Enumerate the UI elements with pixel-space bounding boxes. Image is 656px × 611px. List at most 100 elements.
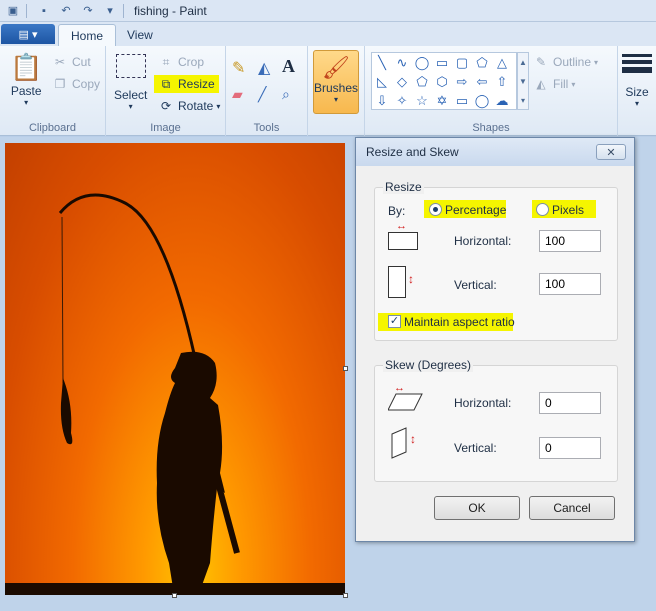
undo-icon[interactable]: ↶ xyxy=(57,3,75,19)
pencil-tool[interactable]: ✎ xyxy=(232,58,245,78)
window-title: fishing - Paint xyxy=(134,3,207,18)
outline-button[interactable]: ✎ Outline ▾ xyxy=(533,54,598,70)
percentage-radio[interactable] xyxy=(429,203,442,216)
maintain-aspect-checkbox[interactable]: ✓ xyxy=(388,315,401,328)
skew-horizontal-input[interactable]: 0 xyxy=(539,392,601,414)
hexagon-shape-icon[interactable]: ⬡ xyxy=(432,72,452,91)
rectangle-callout-shape-icon[interactable]: ▭ xyxy=(452,91,472,110)
four-point-star-shape-icon[interactable]: ✧ xyxy=(392,91,412,110)
rotate-button[interactable]: ⟳ Rotate ▾ xyxy=(158,98,220,114)
chevron-down-icon: ▾ xyxy=(333,95,338,104)
group-label-shapes: Shapes xyxy=(472,122,510,134)
curve-shape-icon[interactable]: ∿ xyxy=(392,53,412,72)
shapes-gallery[interactable]: ╲ ∿ ◯ ▭ ▢ ⬠ △ ◺ ◇ ⬠ ⬡ ⇨ ⇦ ⇧ ⇩ ✧ ☆ ✡ ▭ ◯ … xyxy=(371,52,517,110)
resize-handle-right[interactable] xyxy=(343,366,348,371)
paint-menu-button[interactable]: ▤ ▾ xyxy=(1,24,55,44)
polygon-shape-icon[interactable]: ⬠ xyxy=(472,53,492,72)
up-arrow-shape-icon[interactable]: ⇧ xyxy=(492,72,512,91)
fill-button[interactable]: ◭ Fill ▾ xyxy=(533,76,575,92)
tab-home[interactable]: Home xyxy=(58,24,117,46)
line-shape-icon[interactable]: ╲ xyxy=(372,53,392,72)
customize-quick-access-icon[interactable]: ▾ xyxy=(101,3,119,19)
size-button[interactable]: Size ▾ xyxy=(620,54,654,108)
ribbon: 📋 Paste ▾ ✂ Cut ❐ Copy Clipboard Select ▾ … xyxy=(0,46,656,136)
cancel-button[interactable]: Cancel xyxy=(529,496,615,520)
crop-button[interactable]: ⌗ Crop xyxy=(158,54,204,70)
right-arrow-shape-icon[interactable]: ⇨ xyxy=(452,72,472,91)
pentagon-shape-icon[interactable]: ⬠ xyxy=(412,72,432,91)
rounded-rectangle-shape-icon[interactable]: ▢ xyxy=(452,53,472,72)
resize-label: Resize xyxy=(178,77,215,91)
fishing-photo[interactable] xyxy=(5,143,345,595)
resize-handle-bottom[interactable] xyxy=(172,593,177,598)
shapes-scrollbar[interactable]: ▲ ▼ ▾ xyxy=(517,52,529,110)
select-label: Select xyxy=(114,88,148,102)
cloud-callout-shape-icon[interactable]: ☁ xyxy=(492,91,512,110)
text-tool[interactable]: A xyxy=(282,56,295,77)
chevron-down-icon: ▾ xyxy=(594,57,599,67)
redo-icon[interactable]: ↷ xyxy=(79,3,97,19)
skew-vertical-label: Vertical: xyxy=(454,441,497,455)
dialog-close-button[interactable]: ✕ xyxy=(596,144,626,160)
group-label-tools: Tools xyxy=(253,122,280,134)
paste-button[interactable]: 📋 Paste ▾ xyxy=(10,52,42,107)
rectangle-shape-icon[interactable]: ▭ xyxy=(432,53,452,72)
skew-horizontal-label: Horizontal: xyxy=(454,396,512,410)
copy-button[interactable]: ❐ Copy xyxy=(52,76,100,92)
pixels-label[interactable]: Pixels xyxy=(552,203,584,217)
resize-handle-corner[interactable] xyxy=(343,593,348,598)
copy-icon: ❐ xyxy=(54,77,66,91)
diamond-shape-icon[interactable]: ◇ xyxy=(392,72,412,91)
horizontal-skew-icon: ↔ xyxy=(388,382,424,414)
resize-button[interactable]: ⧉ Resize xyxy=(154,75,219,93)
crop-label: Crop xyxy=(178,55,205,69)
cut-button[interactable]: ✂ Cut xyxy=(52,54,91,70)
oval-shape-icon[interactable]: ◯ xyxy=(412,53,432,72)
rotate-icon: ⟳ xyxy=(160,99,172,113)
copy-label: Copy xyxy=(72,77,101,91)
crop-icon: ⌗ xyxy=(162,54,170,69)
vertical-input[interactable]: 100 xyxy=(539,273,601,295)
brushes-button[interactable]: 🖌 Brushes ▾ xyxy=(313,50,359,114)
six-point-star-shape-icon[interactable]: ✡ xyxy=(432,91,452,110)
scissors-icon: ✂ xyxy=(54,55,66,69)
oval-callout-shape-icon[interactable]: ◯ xyxy=(472,91,492,110)
menu-icon: ▤ ▾ xyxy=(18,28,38,41)
paint-app-icon[interactable]: ▣ xyxy=(4,3,22,19)
percentage-label[interactable]: Percentage xyxy=(445,203,506,217)
skew-vertical-input[interactable]: 0 xyxy=(539,437,601,459)
magnifier-icon: ⌕ xyxy=(282,86,290,102)
triangle-shape-icon[interactable]: △ xyxy=(492,53,512,72)
eraser-tool[interactable]: ▰ xyxy=(232,86,243,103)
maintain-aspect-label[interactable]: Maintain aspect ratio xyxy=(404,315,515,329)
rotate-label: Rotate xyxy=(178,99,214,113)
down-arrow-shape-icon[interactable]: ⇩ xyxy=(372,91,392,110)
paste-label: Paste xyxy=(10,84,42,98)
divider xyxy=(26,3,27,18)
color-picker-tool[interactable]: ╱ xyxy=(258,86,266,103)
horizontal-label: Horizontal: xyxy=(454,234,512,248)
five-point-star-shape-icon[interactable]: ☆ xyxy=(412,91,432,110)
horizontal-input[interactable]: 100 xyxy=(539,230,601,252)
left-arrow-shape-icon[interactable]: ⇦ xyxy=(472,72,492,91)
skew-fieldset-label: Skew (Degrees) xyxy=(383,358,474,372)
fill-bucket-icon: ◭ xyxy=(536,77,546,91)
select-button[interactable]: Select ▾ xyxy=(114,54,147,111)
pencil-icon: ✎ xyxy=(232,60,246,77)
ribbon-tab-bar: ▤ ▾ Home View xyxy=(0,22,656,46)
right-triangle-shape-icon[interactable]: ◺ xyxy=(372,72,392,91)
brushes-label: Brushes xyxy=(313,81,359,95)
fill-tool[interactable]: ◭ xyxy=(258,58,270,78)
size-label: Size xyxy=(625,85,649,99)
save-icon[interactable]: ▪ xyxy=(35,3,53,19)
ok-button[interactable]: OK xyxy=(434,496,520,520)
group-label-clipboard: Clipboard xyxy=(28,122,77,134)
magnifier-tool[interactable]: ⌕ xyxy=(282,86,290,103)
pixels-radio[interactable] xyxy=(536,203,549,216)
by-label: By: xyxy=(388,204,406,218)
shapes-group: ╲ ∿ ◯ ▭ ▢ ⬠ △ ◺ ◇ ⬠ ⬡ ⇨ ⇦ ⇧ ⇩ ✧ ☆ ✡ ▭ ◯ … xyxy=(364,46,618,136)
text-a-icon: A xyxy=(282,56,295,76)
tab-view[interactable]: View xyxy=(115,24,165,46)
select-rectangle-icon xyxy=(115,54,146,78)
checkmark-icon: ✓ xyxy=(389,315,400,327)
